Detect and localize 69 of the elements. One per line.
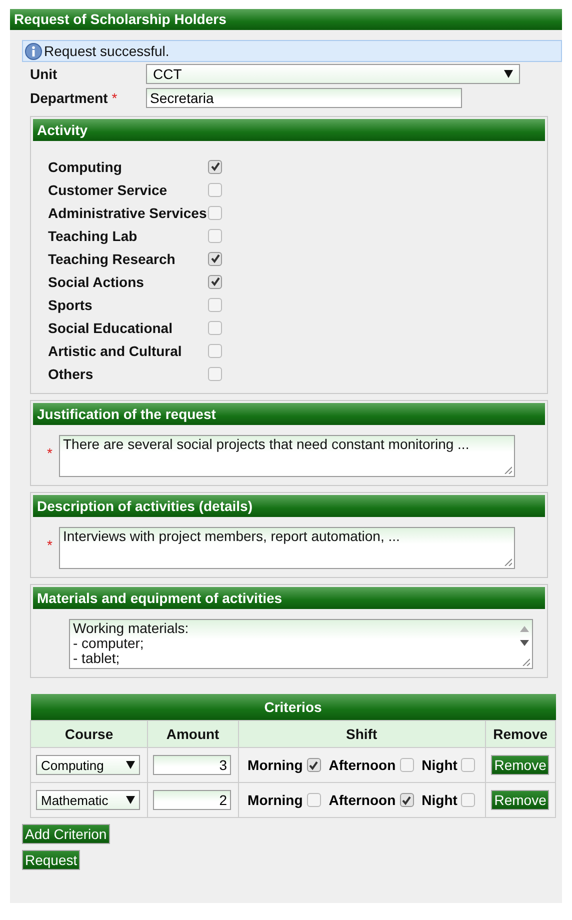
section-header: Activity [33,119,545,141]
checkbox[interactable] [306,758,321,772]
unit-dropdown[interactable]: CCT [146,64,520,84]
section-header: Justification of the request [33,403,545,425]
field-label: Unit [30,66,58,82]
checkbox-label: Computing [48,158,123,174]
required-mark: * [47,445,54,461]
checkbox-label: Customer Service [48,182,168,198]
amount-field[interactable]: 3 [153,755,231,775]
table-title: Criterios [30,694,556,720]
message-text: Request successful. [44,43,170,59]
checkbox-label: Night [422,757,458,773]
checkbox[interactable] [461,793,476,807]
checkbox-label: Afternoon [328,757,396,773]
checkbox-label: Artistic and Cultural [48,342,183,358]
checkbox[interactable] [208,366,222,380]
add-criterion-button[interactable]: Add Criterion [22,824,110,844]
checkbox[interactable] [208,320,222,334]
checkbox-label: Teaching Lab [48,228,138,244]
checkbox[interactable] [400,758,414,772]
checkbox-label: Others [48,366,94,382]
info-icon [25,42,42,60]
department-field[interactable]: Secretaria [146,88,462,108]
column-header: Remove [485,720,556,748]
checkbox[interactable] [461,758,476,772]
column-header: Amount [148,720,238,748]
checkbox[interactable] [306,793,321,807]
checkbox-label: Night [422,792,458,808]
text-area[interactable]: There are several social projects that need constant monitoring ... [59,435,515,477]
checkbox-label: Social Educational [48,320,174,336]
checkbox-label: Sports [48,296,94,312]
remove-button[interactable]: Remove [491,755,550,775]
checkbox-label: Teaching Research [48,250,176,266]
checkbox-label: Afternoon [328,792,396,808]
checkbox[interactable] [208,274,222,288]
caret-icon [126,796,135,804]
field-label: Department * [30,90,118,106]
checkbox[interactable] [400,793,414,807]
checkbox[interactable] [208,344,222,358]
checkbox-label: Administrative Services [48,204,208,220]
required-mark: * [47,537,54,553]
resize-grip-icon[interactable] [504,558,512,566]
text-area[interactable]: Working materials: - computer; - tablet; [69,619,533,669]
section-header: Materials and equipment of activities [33,587,545,609]
checkbox-label: Morning [248,757,303,773]
course-dropdown[interactable]: Computing [36,755,140,775]
caret-icon [504,70,513,78]
course-dropdown[interactable]: Mathematic [36,790,140,810]
scroll-down-icon[interactable] [520,640,529,646]
remove-button[interactable]: Remove [491,790,550,810]
checkbox[interactable] [208,252,222,266]
checkbox[interactable] [208,228,222,242]
caret-icon [126,761,135,769]
page-title: Request of Scholarship Holders [10,9,562,30]
checkbox[interactable] [208,206,222,220]
column-header: Shift [238,720,486,748]
amount-field[interactable]: 2 [153,790,231,810]
column-header: Course [30,720,148,748]
request-button[interactable]: Request [22,850,80,870]
section-header: Description of activities (details) [33,495,545,517]
resize-grip-icon[interactable] [522,658,530,666]
checkbox-label: Morning [248,792,303,808]
resize-grip-icon[interactable] [504,466,512,474]
checkbox[interactable] [208,160,222,174]
scroll-up-icon[interactable] [520,626,529,632]
checkbox[interactable] [208,182,222,196]
checkbox-label: Social Actions [48,274,145,290]
text-area[interactable]: Interviews with project members, report automation, ... [59,527,515,569]
checkbox[interactable] [208,298,222,312]
